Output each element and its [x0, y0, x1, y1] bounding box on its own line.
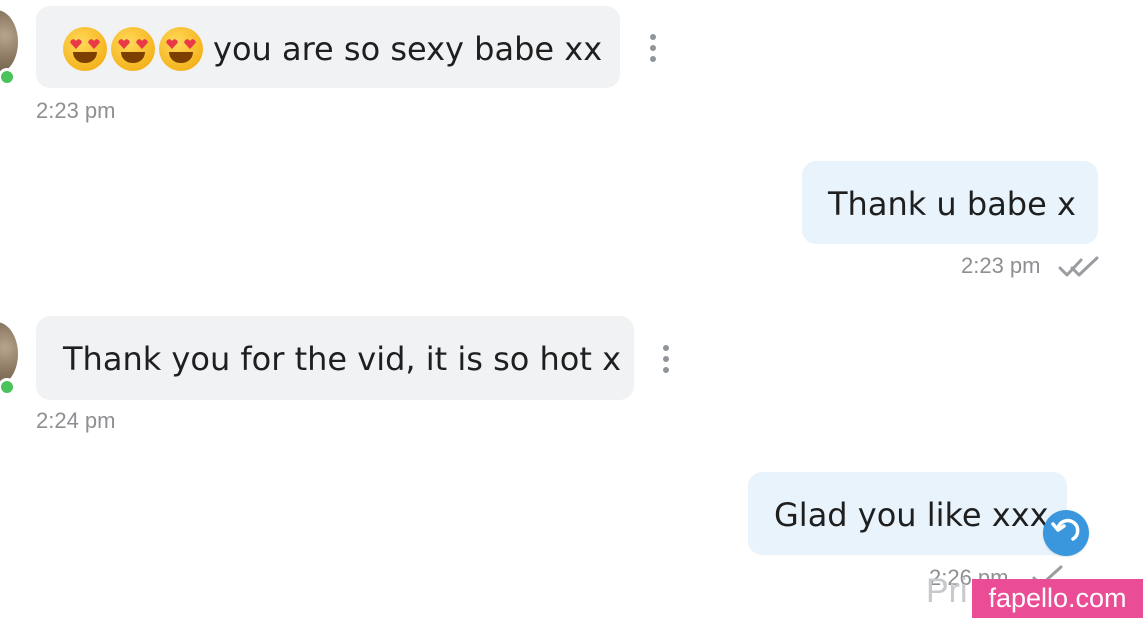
double-check-icon [1058, 256, 1099, 277]
partial-watermark-text: Pri [926, 572, 968, 610]
reply-icon [1051, 518, 1080, 541]
outgoing-message-bubble[interactable]: Thank u babe x [802, 161, 1098, 244]
more-vertical-icon[interactable] [645, 34, 661, 62]
message-text: Thank u babe x [828, 185, 1076, 223]
online-status-dot [0, 378, 16, 396]
heart-eyes-emoji-icon [63, 27, 107, 71]
message-timestamp: 2:24 pm [36, 408, 116, 433]
incoming-message-bubble[interactable]: you are so sexy babe xx [36, 6, 620, 88]
message-timestamp: 2:23 pm [961, 253, 1041, 278]
heart-eyes-emoji-icon [159, 27, 203, 71]
outgoing-message-bubble[interactable]: Glad you like xxx [748, 472, 1067, 555]
contact-avatar[interactable] [0, 10, 18, 74]
heart-eyes-emoji-icon [111, 27, 155, 71]
reply-icon[interactable] [1043, 510, 1089, 556]
contact-avatar[interactable] [0, 322, 18, 386]
brand-watermark-badge: fapello.com [972, 579, 1143, 618]
message-text: Glad you like xxx [774, 496, 1049, 534]
message-timestamp: 2:23 pm [36, 98, 116, 123]
incoming-message-bubble[interactable]: Thank you for the vid, it is so hot x [36, 316, 634, 400]
emoji-group [63, 27, 203, 71]
more-vertical-icon[interactable] [658, 345, 674, 373]
message-text: you are so sexy babe xx [213, 30, 603, 68]
message-text: Thank you for the vid, it is so hot x [63, 340, 622, 378]
online-status-dot [0, 68, 16, 86]
